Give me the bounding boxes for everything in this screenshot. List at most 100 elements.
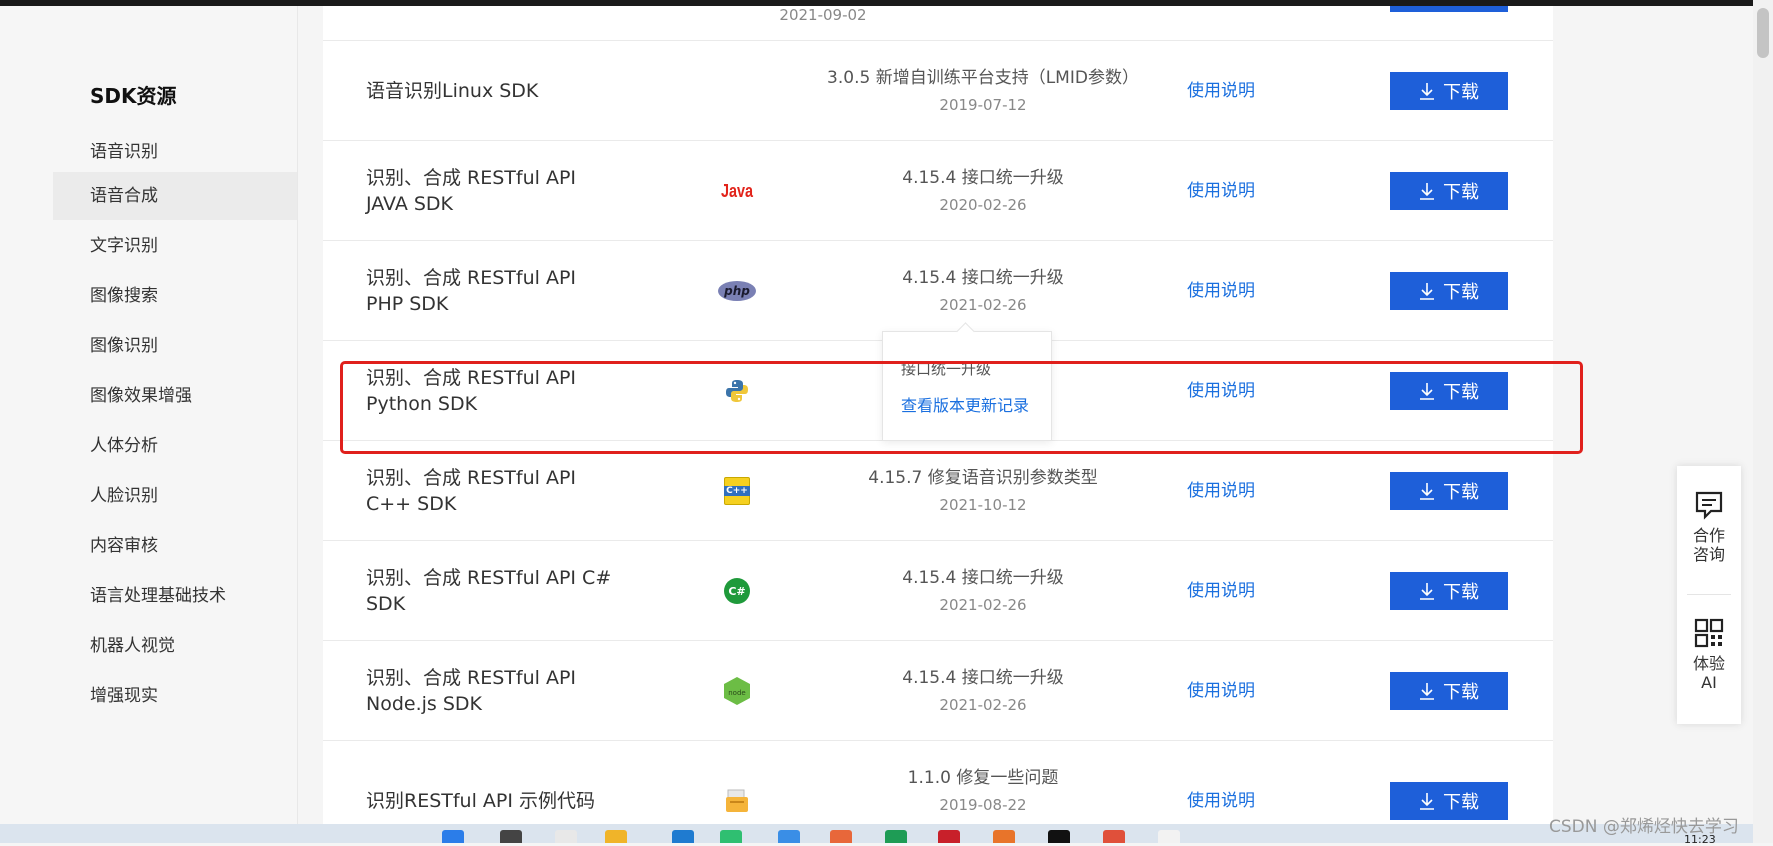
usage-link[interactable]: 使用说明 (1187, 641, 1255, 741)
sidebar-item-speech-synthesis[interactable]: 语音合成 (53, 172, 297, 220)
download-icon (1420, 583, 1434, 600)
download-label: 下载 (1443, 682, 1479, 703)
usage-link[interactable]: 使用说明 (1187, 541, 1255, 641)
start-icon[interactable] (442, 830, 464, 843)
python-logo-icon (711, 377, 763, 405)
ai-label-1: 体验 (1692, 654, 1725, 673)
consult-button[interactable]: 合作 咨询 (1677, 490, 1741, 564)
version-text: 4.15.4 接口统一升级 (902, 568, 1064, 588)
usage-link[interactable]: 使用说明 (1187, 441, 1255, 541)
sdk-name: 识别、合成 RESTful API PHP SDK (366, 241, 666, 341)
sidebar-item-ar[interactable]: 增强现实 (53, 672, 297, 720)
sdk-name-line1: 识别、合成 RESTful API (366, 467, 577, 489)
watermark: CSDN @郑烯烃快去学习 (1549, 817, 1739, 837)
scrollbar[interactable] (1753, 0, 1773, 843)
sdk-name: 识别、合成 RESTful API JAVA SDK (366, 141, 666, 241)
download-icon (1420, 683, 1434, 700)
taskview-icon[interactable] (555, 830, 577, 843)
app-icon[interactable] (993, 830, 1015, 843)
sidebar-item-image-search[interactable]: 图像搜索 (53, 272, 297, 320)
download-label: 下载 (1443, 382, 1479, 403)
version-text: 4.15.7 修复语音识别参数类型 (868, 468, 1098, 488)
scroll-thumb[interactable] (1757, 8, 1769, 58)
app-icon[interactable] (938, 830, 960, 843)
usage-link[interactable]: 使用说明 (1187, 751, 1255, 824)
version-info: 4.15.4 接口统一升级 2021-02-26 (793, 241, 1173, 341)
app-icon[interactable] (672, 830, 694, 843)
download-button[interactable]: 下载 (1390, 72, 1508, 110)
search-icon[interactable] (500, 830, 522, 843)
nodejs-logo-text: node (728, 689, 745, 697)
sdk-name-line2: Node.js SDK (366, 693, 482, 715)
sdk-name-line1: 识别、合成 RESTful API (366, 667, 577, 689)
taskbar: 11:23 (0, 824, 1753, 846)
consult-label-1: 合作 (1692, 526, 1725, 545)
app-icon[interactable] (830, 830, 852, 843)
sidebar-title: SDK资源 (90, 84, 177, 108)
sidebar-item-body-analysis[interactable]: 人体分析 (53, 422, 297, 470)
version-date: 2021-09-02 (779, 6, 867, 24)
download-button[interactable]: 下载 (1390, 782, 1508, 820)
download-button[interactable]: 下载 (1390, 672, 1508, 710)
sidebar-item-image-recognition[interactable]: 图像识别 (53, 322, 297, 370)
download-button-partial[interactable] (1390, 6, 1508, 12)
cpp-logo-text: C++ (724, 486, 750, 496)
try-ai-button[interactable]: 体验 AI (1677, 618, 1741, 692)
sidebar-item-nlp[interactable]: 语言处理基础技术 (53, 572, 297, 620)
version-text: 4.15.4 接口统一升级 (902, 168, 1064, 188)
divider (1687, 594, 1731, 595)
sdk-name: 识别、合成 RESTful API Node.js SDK (366, 641, 666, 741)
table-row: 识别RESTful API 示例代码 1.1.0 修复一些问题 2019-08-… (323, 740, 1553, 824)
app-icon[interactable] (1048, 830, 1070, 843)
explorer-icon[interactable] (605, 830, 627, 843)
download-button[interactable]: 下载 (1390, 572, 1508, 610)
sdk-name-line2: PHP SDK (366, 293, 449, 315)
sidebar-item-image-enhancement[interactable]: 图像效果增强 (53, 372, 297, 420)
sdk-name-line1: 识别、合成 RESTful API (366, 267, 577, 289)
sdk-name: 识别、合成 RESTful API C++ SDK (366, 441, 666, 541)
floating-panel: 合作 咨询 体验 AI (1677, 466, 1741, 724)
sdk-name: 识别RESTful API 示例代码 (366, 751, 666, 824)
sidebar-item-face-recognition[interactable]: 人脸识别 (53, 472, 297, 520)
app-icon[interactable] (885, 830, 907, 843)
usage-link[interactable]: 使用说明 (1187, 41, 1255, 141)
usage-link[interactable]: 使用说明 (1187, 141, 1255, 241)
download-label: 下载 (1443, 582, 1479, 603)
changelog-link[interactable]: 查看版本更新记录 (901, 392, 1029, 416)
app-icon[interactable] (1158, 830, 1180, 843)
download-button[interactable]: 下载 (1390, 372, 1508, 410)
app-icon[interactable] (720, 830, 742, 843)
qr-code-icon (1694, 618, 1724, 648)
version-info: 4.15.4 接口统一升级 2021-02-26 (793, 541, 1173, 641)
download-button[interactable]: 下载 (1390, 172, 1508, 210)
chrome-icon[interactable] (1103, 830, 1125, 843)
version-info: 1.1.0 修复一些问题 2019-08-22 (793, 741, 1173, 824)
download-label: 下载 (1443, 792, 1479, 813)
version-text: 3.0.5 新增自训练平台支持（LMID参数） (827, 68, 1139, 88)
sidebar-item-content-review[interactable]: 内容审核 (53, 522, 297, 570)
download-icon (1420, 793, 1434, 810)
sidebar: SDK资源 语音识别 语音合成 文字识别 图像搜索 图像识别 图像效果增强 人体… (0, 6, 298, 824)
download-button[interactable]: 下载 (1390, 272, 1508, 310)
sidebar-item-robot-vision[interactable]: 机器人视觉 (53, 622, 297, 670)
download-icon (1420, 483, 1434, 500)
csharp-logo-icon: C# (711, 577, 763, 605)
download-label: 下载 (1443, 482, 1479, 503)
sdk-name-line2: JAVA SDK (366, 193, 454, 215)
folder-code-icon (726, 789, 748, 812)
sdk-name: 识别、合成 RESTful API Python SDK (366, 341, 666, 441)
usage-link[interactable]: 使用说明 (1187, 341, 1255, 441)
sdk-name-line1: 识别、合成 RESTful API (366, 167, 577, 189)
sidebar-item-ocr[interactable]: 文字识别 (53, 222, 297, 270)
table-row: 识别、合成 RESTful API PHP SDK php 4.15.4 接口统… (323, 240, 1553, 341)
version-text: 4.15.4 接口统一升级 (902, 268, 1064, 288)
app-icon[interactable] (778, 830, 800, 843)
table-row: 识别、合成 RESTful API C# SDK C# 4.15.4 接口统一升… (323, 540, 1553, 641)
sample-code-logo-icon (711, 787, 763, 815)
download-button[interactable]: 下载 (1390, 472, 1508, 510)
version-info: 4.15.7 修复语音识别参数类型 2021-10-12 (793, 441, 1173, 541)
sidebar-item-speech-recognition[interactable]: 语音识别 (53, 128, 297, 176)
sdk-name-line2: C++ SDK (366, 493, 457, 515)
table-row: 语音识别Linux SDK 3.0.5 新增自训练平台支持（LMID参数） 20… (323, 40, 1553, 141)
usage-link[interactable]: 使用说明 (1187, 241, 1255, 341)
